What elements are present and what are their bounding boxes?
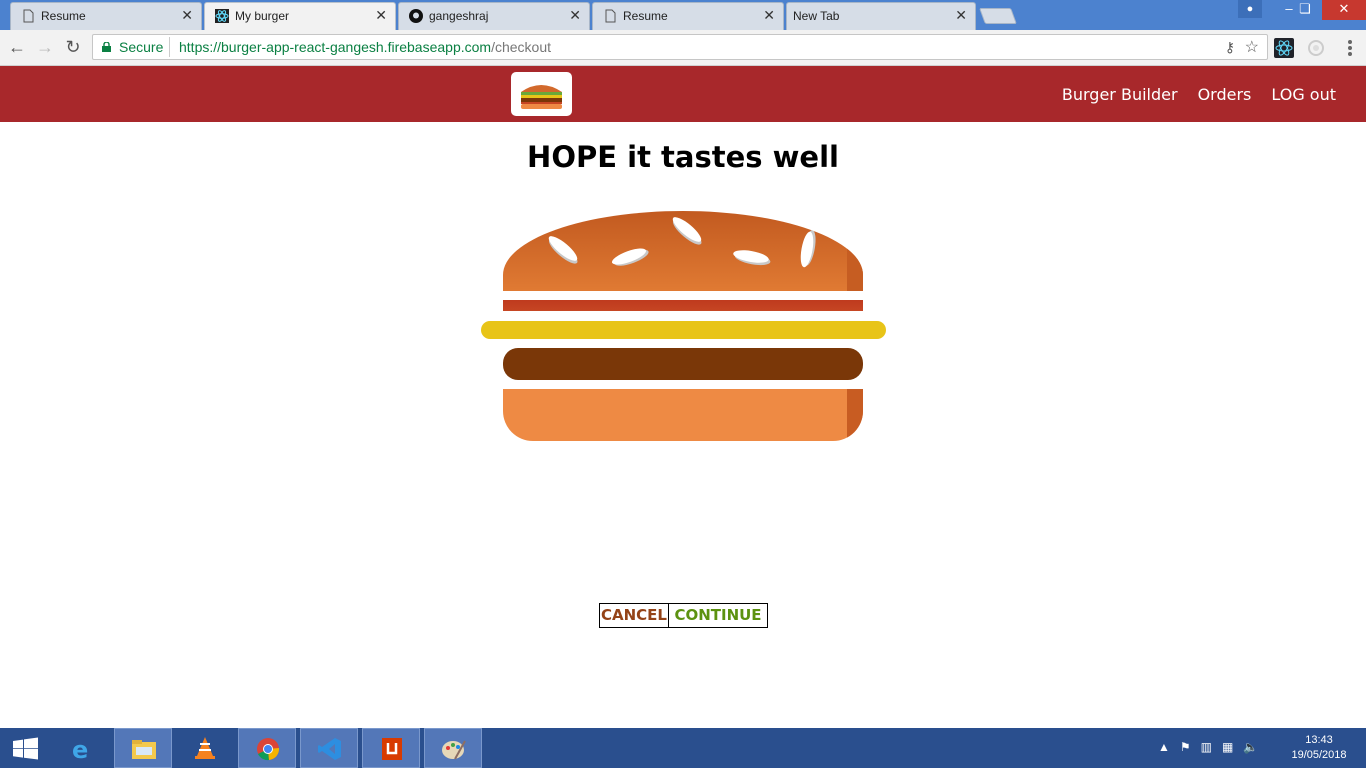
windows-start-icon[interactable] — [0, 728, 50, 768]
close-icon[interactable]: ✕ — [181, 7, 193, 24]
tab-new-tab[interactable]: New Tab ✕ — [786, 2, 976, 30]
page-icon — [605, 9, 616, 23]
react-devtools-icon[interactable] — [1274, 38, 1294, 58]
tab-title: Resume — [623, 9, 668, 23]
github-icon — [409, 9, 423, 23]
tab-gangeshraj[interactable]: gangeshraj ✕ — [398, 2, 590, 30]
continue-button[interactable]: CONTINUE — [669, 603, 768, 628]
browser-toolbar: ← → ↻ Secure https://burger-app-react-ga… — [0, 30, 1366, 66]
close-icon[interactable]: ✕ — [955, 7, 967, 24]
clock[interactable]: 13:43 19/05/2018 — [1284, 733, 1354, 763]
burger-logo-icon — [521, 85, 562, 109]
volume-icon[interactable]: 🔈 — [1243, 740, 1258, 754]
new-tab-button[interactable] — [979, 8, 1017, 24]
url-host: https://burger-app-react-gangesh.firebas… — [179, 39, 492, 55]
network-icon[interactable]: ▦ — [1222, 740, 1233, 754]
seed — [669, 213, 705, 246]
divider — [169, 37, 170, 57]
tab-title: gangeshraj — [429, 9, 489, 23]
close-icon[interactable]: ✕ — [375, 7, 387, 24]
restore-button[interactable]: ❏ — [1290, 0, 1320, 20]
key-icon[interactable]: ⚷ — [1225, 39, 1235, 56]
checkout-heading: HOPE it tastes well — [527, 140, 839, 174]
back-icon[interactable]: ← — [6, 37, 28, 59]
nav-links: Burger Builder Orders LOG out — [1062, 66, 1336, 122]
close-icon[interactable]: ✕ — [569, 7, 581, 24]
seed — [610, 245, 648, 268]
internet-explorer-icon[interactable]: e — [52, 728, 110, 768]
nav-burger-builder[interactable]: Burger Builder — [1062, 85, 1178, 104]
tab-my-burger[interactable]: My burger ✕ — [204, 2, 396, 30]
tab-title: My burger — [235, 9, 290, 23]
vscode-icon[interactable] — [300, 728, 358, 768]
chrome-icon[interactable] — [238, 728, 296, 768]
chevron-up-icon[interactable]: ▲ — [1158, 740, 1170, 754]
svg-text:e: e — [72, 736, 88, 760]
tab-title: Resume — [41, 9, 86, 23]
star-icon[interactable]: ☆ — [1245, 37, 1259, 57]
react-icon — [215, 9, 229, 23]
cheese-layer — [481, 321, 886, 339]
tab-title: New Tab — [793, 9, 840, 23]
address-bar[interactable]: Secure https://burger-app-react-gangesh.… — [92, 34, 1268, 60]
tab-resume-1[interactable]: Resume ✕ — [10, 2, 202, 30]
tab-resume-2[interactable]: Resume ✕ — [592, 2, 784, 30]
close-icon[interactable]: ✕ — [763, 7, 775, 24]
app-toolbar: Burger Builder Orders LOG out — [0, 66, 1366, 122]
nav-orders[interactable]: Orders — [1198, 85, 1252, 104]
profile-icon[interactable]: ● — [1238, 0, 1262, 18]
paint-icon[interactable] — [424, 728, 482, 768]
cancel-button[interactable]: CANCEL — [599, 603, 669, 628]
lock-icon — [102, 42, 111, 52]
forward-icon[interactable]: → — [34, 37, 56, 59]
url-path: /checkout — [491, 39, 552, 55]
checkout-buttons: CANCEL CONTINUE — [599, 603, 768, 628]
secure-label: Secure — [119, 39, 164, 55]
power-icon[interactable]: ▥ — [1201, 740, 1212, 754]
burger-logo[interactable] — [511, 72, 572, 116]
vlc-icon[interactable] — [176, 728, 234, 768]
bacon-layer — [503, 300, 863, 311]
extension-icon[interactable] — [1306, 38, 1326, 58]
bread-bottom — [503, 389, 863, 441]
seed — [798, 230, 816, 269]
browser-tab-bar: Resume ✕ My burger ✕ gangeshraj ✕ Resume… — [0, 0, 1366, 30]
page-icon — [23, 9, 34, 23]
meat-layer — [503, 348, 863, 380]
flag-icon[interactable]: ⚑ — [1180, 740, 1191, 754]
seed — [732, 247, 770, 266]
file-explorer-icon[interactable] — [114, 728, 172, 768]
office-upload-icon[interactable] — [362, 728, 420, 768]
bread-top — [503, 211, 863, 291]
windows-taskbar: e ▲ ⚑ ▥ ▦ 🔈 13:43 19/05/2018 — [0, 728, 1366, 768]
system-tray: ▲ ⚑ ▥ ▦ 🔈 — [1158, 740, 1258, 754]
clock-time: 13:43 — [1305, 734, 1333, 746]
nav-logout[interactable]: LOG out — [1271, 85, 1336, 104]
menu-icon[interactable] — [1344, 38, 1356, 58]
clock-date: 19/05/2018 — [1291, 749, 1347, 761]
seed — [545, 232, 581, 265]
url-text[interactable]: https://burger-app-react-gangesh.firebas… — [179, 39, 551, 55]
window-close-button[interactable]: ✕ — [1322, 0, 1366, 20]
reload-icon[interactable]: ↻ — [62, 37, 84, 59]
